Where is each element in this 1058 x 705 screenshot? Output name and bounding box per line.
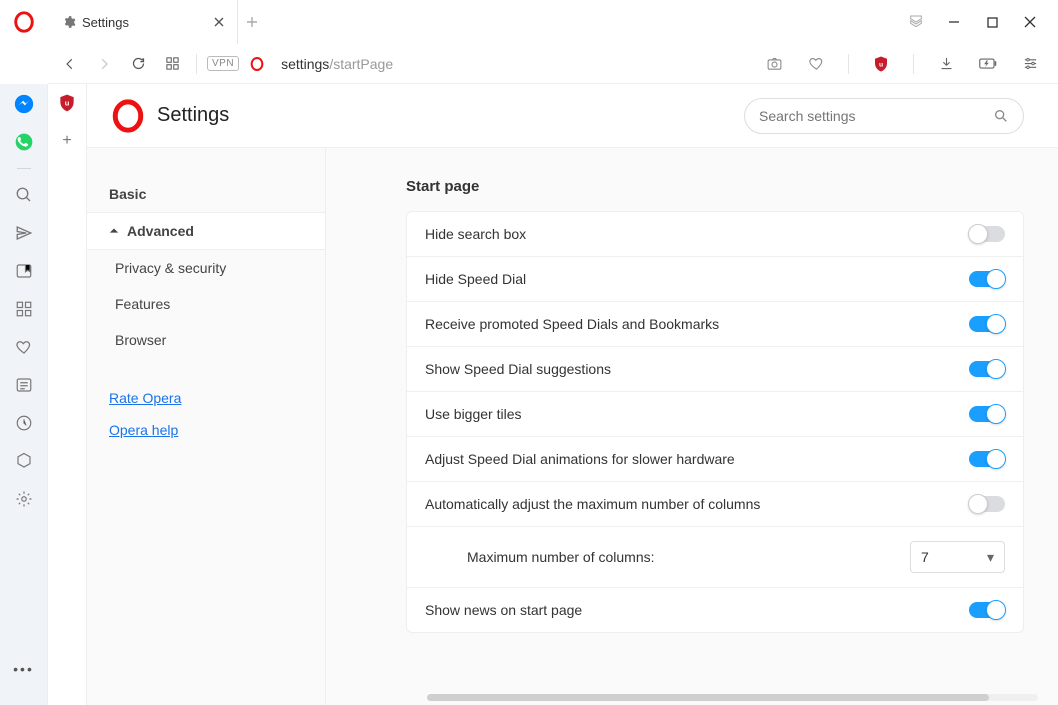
extensions-icon[interactable] bbox=[12, 449, 36, 473]
nav-browser[interactable]: Browser bbox=[87, 322, 325, 358]
toolbar-separator bbox=[848, 54, 849, 74]
select-max-columns[interactable]: 7 ▾ bbox=[910, 541, 1005, 573]
ublock-pinned-icon[interactable]: u bbox=[56, 92, 78, 114]
nav-privacy[interactable]: Privacy & security bbox=[87, 250, 325, 286]
easy-setup-button[interactable] bbox=[1016, 50, 1044, 78]
window-maximize-button[interactable] bbox=[982, 12, 1002, 32]
window-minimize-button[interactable] bbox=[944, 12, 964, 32]
toggle-slow-anim[interactable] bbox=[969, 451, 1005, 467]
address-bar[interactable]: settings/startPage bbox=[281, 56, 754, 72]
search-settings[interactable] bbox=[744, 98, 1024, 134]
search-icon bbox=[993, 108, 1009, 124]
setting-hide-search: Hide search box bbox=[407, 212, 1023, 256]
setting-receive-promoted: Receive promoted Speed Dials and Bookmar… bbox=[407, 301, 1023, 346]
downloads-button[interactable] bbox=[932, 50, 960, 78]
nav-basic[interactable]: Basic bbox=[87, 176, 325, 212]
sidebar-more-icon[interactable]: ••• bbox=[12, 657, 36, 681]
search-input[interactable] bbox=[759, 108, 985, 124]
select-value: 7 bbox=[921, 549, 929, 565]
nav-advanced-label: Advanced bbox=[127, 223, 194, 239]
nav-features[interactable]: Features bbox=[87, 286, 325, 322]
speed-dial-button[interactable] bbox=[158, 50, 186, 78]
settings-content: Start page Hide search box Hide Speed Di… bbox=[325, 148, 1058, 705]
chevron-down-icon: ▾ bbox=[987, 549, 994, 566]
opera-menu-button[interactable] bbox=[0, 0, 48, 44]
setting-max-columns: Maximum number of columns: 7 ▾ bbox=[407, 526, 1023, 587]
url-base: settings bbox=[281, 56, 329, 72]
whatsapp-icon[interactable] bbox=[12, 130, 36, 154]
titlebar-spacer bbox=[266, 0, 906, 44]
pinned-extensions: u + bbox=[48, 84, 86, 705]
page-title: Settings bbox=[157, 104, 229, 127]
nav-advanced[interactable]: Advanced bbox=[87, 212, 325, 250]
tabs-icon[interactable] bbox=[12, 297, 36, 321]
nav-opera-help[interactable]: Opera help bbox=[87, 414, 325, 446]
toggle-bigger-tiles[interactable] bbox=[969, 406, 1005, 422]
toggle-hide-search[interactable] bbox=[969, 226, 1005, 242]
opera-url-icon bbox=[249, 56, 265, 72]
toolbar-separator bbox=[196, 54, 197, 74]
toggle-hide-speed-dial[interactable] bbox=[969, 271, 1005, 287]
horizontal-scrollbar[interactable] bbox=[427, 694, 1038, 701]
history-icon[interactable] bbox=[12, 411, 36, 435]
heart-rail-icon[interactable] bbox=[12, 335, 36, 359]
chevron-up-icon bbox=[109, 226, 119, 236]
opera-logo-icon bbox=[111, 99, 145, 133]
reload-button[interactable] bbox=[124, 50, 152, 78]
rail-divider bbox=[17, 168, 31, 169]
setting-show-news: Show news on start page bbox=[407, 587, 1023, 632]
window-close-button[interactable] bbox=[1020, 12, 1040, 32]
sidebar-rail: ••• bbox=[0, 84, 48, 705]
close-icon[interactable] bbox=[211, 14, 227, 30]
setting-slow-anim: Adjust Speed Dial animations for slower … bbox=[407, 436, 1023, 481]
toggle-auto-columns[interactable] bbox=[969, 496, 1005, 512]
vpn-badge[interactable]: VPN bbox=[207, 56, 239, 71]
messenger-icon[interactable] bbox=[12, 92, 36, 116]
battery-saver-button[interactable] bbox=[974, 50, 1002, 78]
adblock-indicator-icon[interactable] bbox=[906, 12, 926, 32]
nav-rate-opera[interactable]: Rate Opera bbox=[87, 382, 325, 414]
svg-text:u: u bbox=[879, 61, 883, 68]
toggle-receive-promoted[interactable] bbox=[969, 316, 1005, 332]
personal-news-icon[interactable] bbox=[12, 221, 36, 245]
toggle-suggestions[interactable] bbox=[969, 361, 1005, 377]
url-path: /startPage bbox=[329, 56, 393, 72]
settings-rail-icon[interactable] bbox=[12, 487, 36, 511]
settings-nav: Basic Advanced Privacy & security Featur… bbox=[87, 148, 325, 705]
bookmarks-rail-icon[interactable] bbox=[12, 259, 36, 283]
setting-auto-columns: Automatically adjust the maximum number … bbox=[407, 481, 1023, 526]
forward-button[interactable] bbox=[90, 50, 118, 78]
section-title: Start page bbox=[406, 178, 1024, 195]
setting-hide-speed-dial: Hide Speed Dial bbox=[407, 256, 1023, 301]
setting-suggestions: Show Speed Dial suggestions bbox=[407, 346, 1023, 391]
setting-bigger-tiles: Use bigger tiles bbox=[407, 391, 1023, 436]
svg-text:u: u bbox=[65, 99, 70, 108]
instant-search-icon[interactable] bbox=[12, 183, 36, 207]
gear-icon bbox=[62, 15, 76, 29]
toolbar-separator bbox=[913, 54, 914, 74]
back-button[interactable] bbox=[56, 50, 84, 78]
new-tab-button[interactable] bbox=[238, 0, 266, 44]
ublock-shield-icon[interactable]: u bbox=[867, 50, 895, 78]
snapshot-button[interactable] bbox=[760, 50, 788, 78]
bookmark-heart-button[interactable] bbox=[802, 50, 830, 78]
add-extension-button[interactable]: + bbox=[56, 130, 78, 152]
tab-title: Settings bbox=[82, 15, 205, 30]
tab-settings[interactable]: Settings bbox=[48, 0, 238, 44]
news-rail-icon[interactable] bbox=[12, 373, 36, 397]
toggle-show-news[interactable] bbox=[969, 602, 1005, 618]
